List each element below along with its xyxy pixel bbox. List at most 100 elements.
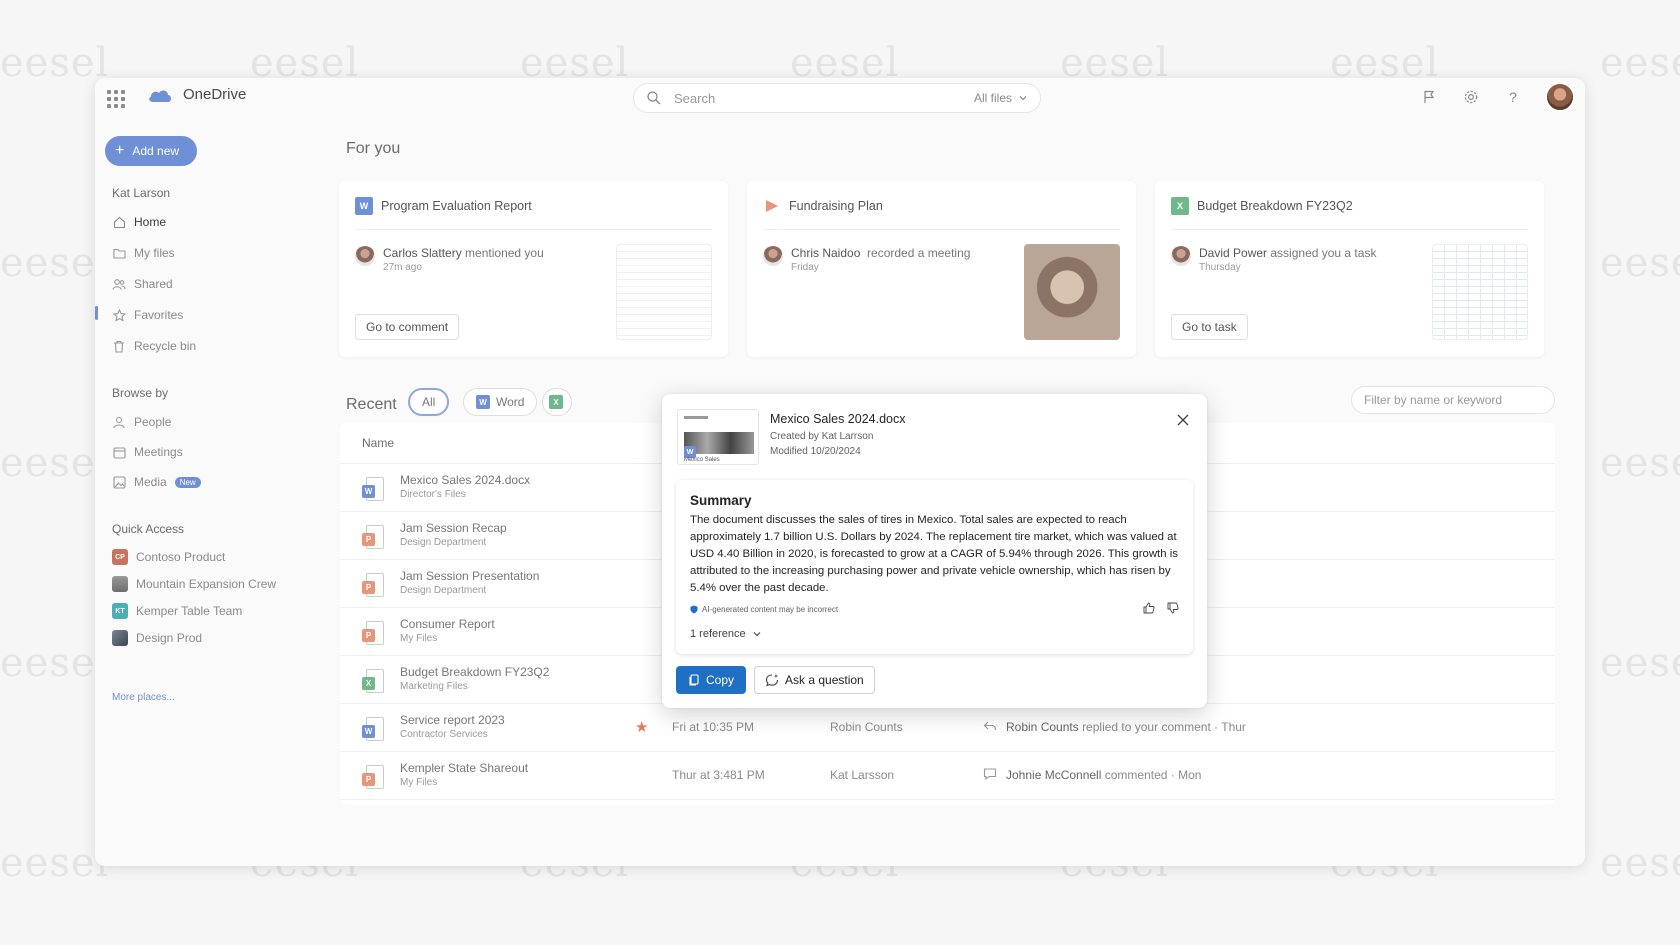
card-activity: David Power assigned you a task Thursday	[1171, 246, 1376, 273]
comment-icon	[983, 767, 999, 783]
word-file-icon: W	[476, 395, 490, 409]
table-row[interactable]: P Kempler State Shareout My Files Thur at 3…	[340, 752, 1555, 800]
help-icon[interactable]: ?	[1503, 87, 1523, 107]
filter-excel-pill[interactable]: X	[542, 388, 572, 416]
quick-access-item[interactable]: Design Prod	[112, 628, 202, 648]
sidebar-item-people[interactable]: People	[112, 412, 171, 432]
quick-access-label: Contoso Product	[136, 550, 226, 564]
person-icon	[112, 415, 126, 429]
search-scope-label: All files	[973, 91, 1012, 105]
for-you-card[interactable]: W Program Evaluation Report Carlos Slatt…	[339, 181, 728, 357]
gear-icon[interactable]	[1461, 87, 1481, 107]
copy-button[interactable]: Copy	[676, 666, 746, 694]
app-launcher-icon[interactable]	[105, 88, 127, 110]
for-you-card[interactable]: Fundraising Plan Chris Naidoo recorded a…	[747, 181, 1136, 357]
file-name[interactable]: Consumer Report	[400, 617, 495, 631]
more-places-link[interactable]: More places...	[112, 692, 175, 703]
activity-person: Robin Counts	[1006, 720, 1079, 734]
group-avatar-icon: KT	[112, 603, 128, 619]
image-icon	[112, 475, 126, 489]
star-icon[interactable]: ★	[635, 718, 648, 736]
card-action: recorded a meeting	[867, 246, 971, 260]
file-name[interactable]: Jam Session Presentation	[400, 569, 539, 583]
add-new-button[interactable]: + Add new	[105, 136, 197, 166]
ai-disclaimer-text: AI-generated content may be incorrect	[702, 605, 839, 614]
for-you-card[interactable]: X Budget Breakdown FY23Q2 David Power as…	[1155, 181, 1544, 357]
ppt-file-icon: P	[362, 621, 386, 645]
word-file-icon: W	[362, 717, 386, 741]
quick-access-item[interactable]: KT Kemper Table Team	[112, 601, 242, 621]
filter-placeholder: Filter by name or keyword	[1364, 393, 1503, 407]
sidebar-item-my-files[interactable]: My files	[112, 243, 175, 263]
search-icon	[647, 91, 661, 105]
filter-all-pill[interactable]: All	[408, 388, 450, 416]
copy-icon	[689, 674, 699, 686]
file-location: My Files	[400, 633, 438, 644]
file-activity: Johnie McConnell commented · Mon	[1006, 768, 1201, 782]
summary-title: Summary	[690, 493, 752, 508]
watermark-text: eesel	[0, 440, 110, 486]
star-icon	[112, 308, 126, 322]
flag-icon[interactable]	[1419, 87, 1439, 107]
file-location: Design Department	[400, 537, 487, 548]
file-name[interactable]: Kempler State Shareout	[400, 761, 528, 775]
search-placeholder: Search	[674, 90, 716, 106]
new-badge: New	[174, 476, 201, 488]
sidebar-item-media[interactable]: Media New	[112, 472, 201, 492]
shield-icon	[690, 605, 698, 614]
filter-input[interactable]: Filter by name or keyword	[1351, 386, 1555, 414]
file-name[interactable]: Service report 2023	[400, 713, 505, 727]
filter-word-pill[interactable]: W Word	[463, 388, 538, 416]
home-icon	[112, 215, 126, 229]
watermark-text: eesel	[1600, 440, 1680, 486]
quick-access-item[interactable]: Mountain Expansion Crew	[112, 574, 276, 594]
for-you-title: For you	[346, 140, 401, 157]
file-location: Contractor Services	[400, 729, 488, 740]
app-brand[interactable]: OneDrive	[147, 86, 246, 103]
ai-disclaimer: AI-generated content may be incorrect	[690, 605, 838, 614]
spreadsheet-thumbnail	[1432, 244, 1528, 340]
calendar-icon	[112, 445, 126, 459]
sidebar-item-shared[interactable]: Shared	[112, 274, 173, 294]
quick-access-heading: Quick Access	[112, 522, 185, 536]
sidebar-item-label: Home	[134, 215, 167, 229]
file-name[interactable]: Mexico Sales 2024.docx	[400, 473, 530, 487]
table-row[interactable]: W Service report 2023 Contractor Services ★…	[340, 704, 1555, 752]
card-action: mentioned you	[465, 246, 544, 260]
thumbs-up-icon[interactable]	[1143, 602, 1155, 614]
reply-icon	[983, 719, 999, 735]
word-file-icon: W	[362, 477, 386, 501]
sidebar-item-recycle-bin[interactable]: Recycle bin	[112, 336, 196, 356]
sidebar-item-favorites[interactable]: Favorites	[112, 305, 183, 325]
sidebar-item-label: Meetings	[134, 445, 183, 459]
sidebar: + Add new Kat Larson Home My files Share…	[95, 120, 330, 866]
file-name[interactable]: Budget Breakdown FY23Q2	[400, 665, 549, 679]
avatar[interactable]	[1545, 82, 1575, 112]
search-box[interactable]: Search All files	[633, 83, 1041, 113]
sidebar-item-home[interactable]: Home	[112, 212, 166, 232]
sidebar-item-label: Media	[134, 475, 167, 489]
feedback-buttons	[1143, 602, 1179, 614]
ask-question-button[interactable]: Ask a question	[754, 666, 875, 694]
column-header-name[interactable]: Name	[362, 436, 394, 450]
sidebar-item-label: People	[134, 415, 172, 429]
card-activity: Chris Naidoo recorded a meeting Friday	[763, 246, 970, 273]
card-header: W Program Evaluation Report	[355, 197, 712, 230]
plus-icon: +	[115, 142, 125, 159]
pill-label: Word	[496, 395, 525, 409]
reference-toggle[interactable]: 1 reference	[690, 628, 762, 640]
card-title: Fundraising Plan	[789, 199, 883, 213]
search-scope-dropdown[interactable]: All files	[974, 91, 1028, 105]
thumbs-down-icon[interactable]	[1167, 602, 1179, 614]
quick-access-item[interactable]: CP Contoso Product	[112, 547, 225, 567]
file-location: Director's Files	[400, 489, 466, 500]
reference-label: 1 reference	[690, 628, 746, 640]
chevron-down-icon	[1019, 96, 1027, 101]
go-to-comment-button[interactable]: Go to comment	[355, 314, 460, 340]
go-to-task-button[interactable]: Go to task	[1171, 314, 1248, 340]
group-photo-icon	[112, 576, 128, 592]
avatar	[1171, 246, 1191, 266]
sidebar-item-meetings[interactable]: Meetings	[112, 442, 183, 462]
close-icon[interactable]	[1175, 412, 1191, 428]
file-name[interactable]: Jam Session Recap	[400, 521, 507, 535]
